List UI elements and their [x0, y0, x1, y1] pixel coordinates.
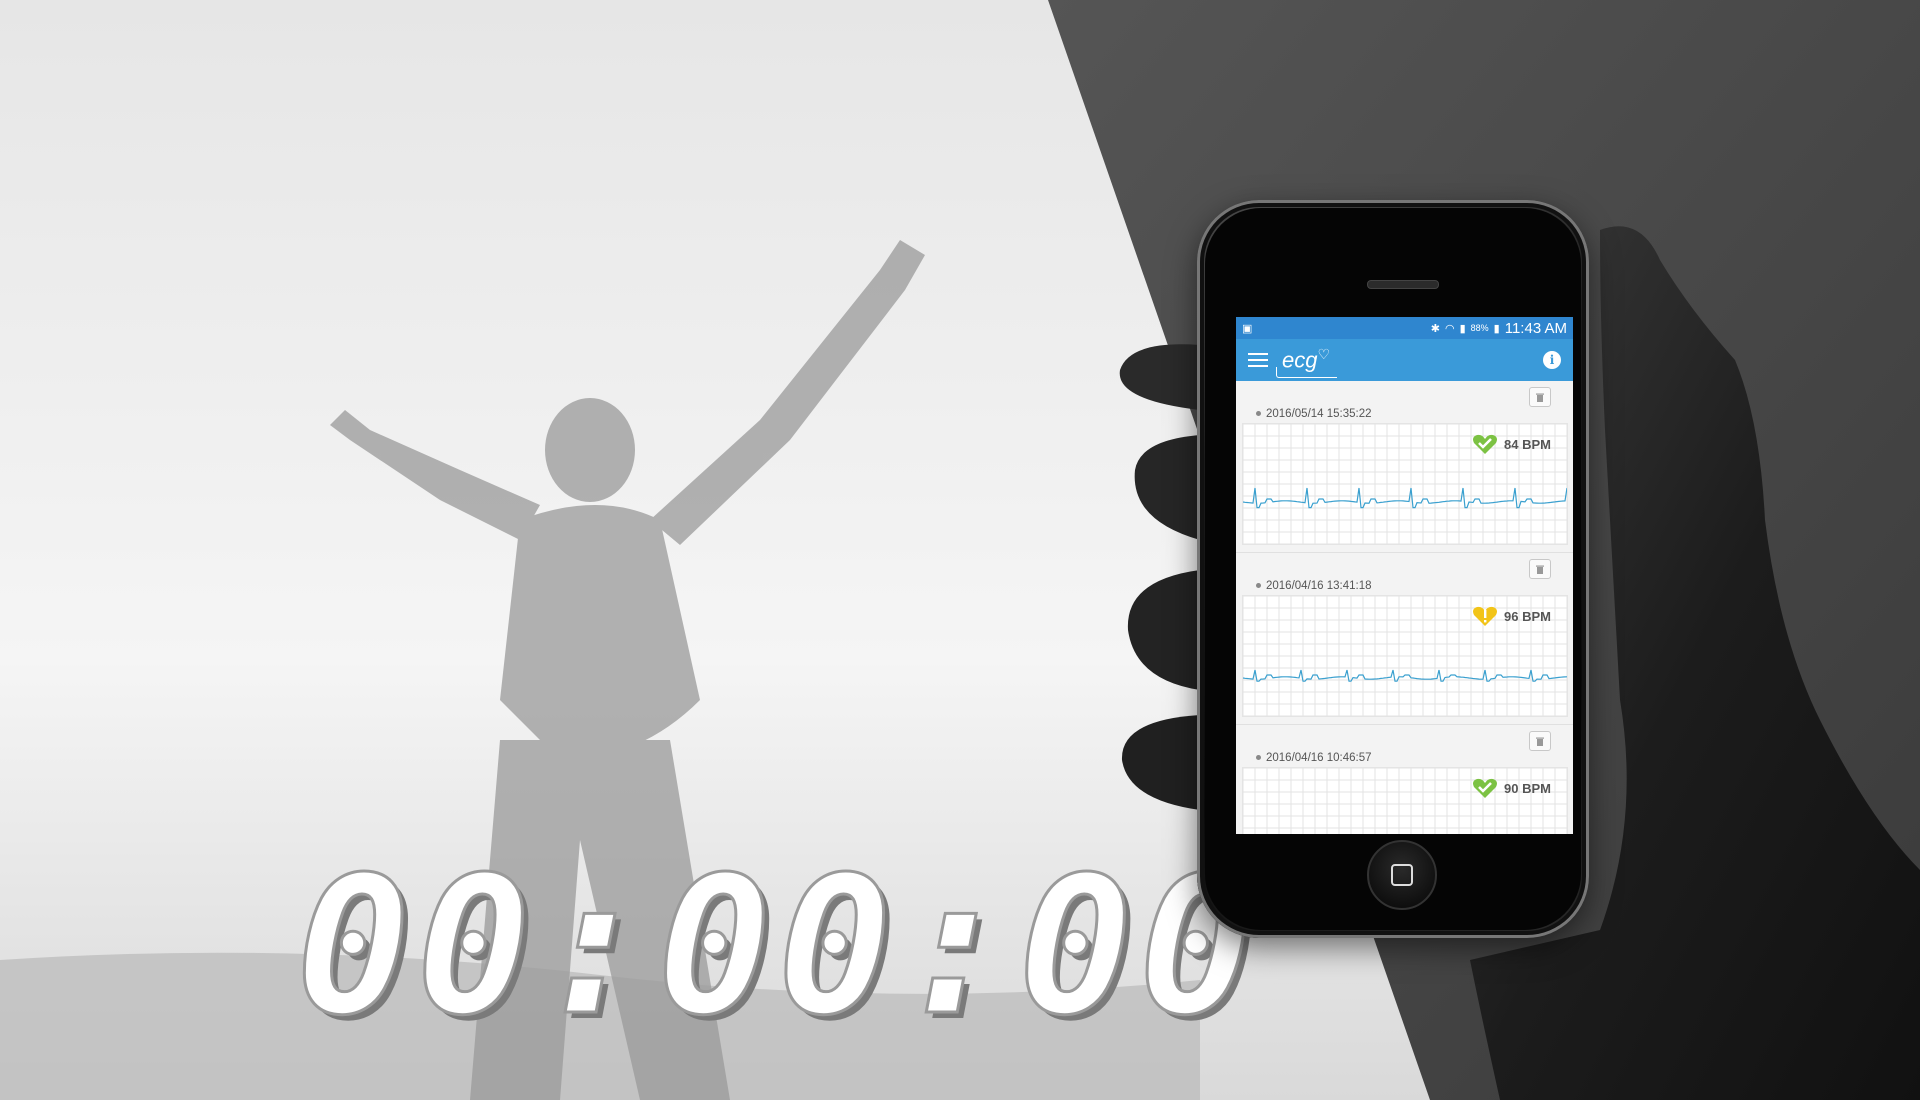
trash-icon — [1536, 737, 1544, 746]
timer-text: 00:00:00 — [296, 850, 1259, 1030]
app-bar: ecg♡ i — [1236, 339, 1573, 381]
phone-screen: ▣ ✱ ◠ ▮ 88% ▮ 11:43 AM ecg♡ i 2016/05/14… — [1236, 317, 1573, 834]
heart-warning-icon — [1473, 606, 1498, 626]
delete-button[interactable] — [1529, 731, 1551, 751]
ecg-trace — [1243, 487, 1567, 509]
delete-button[interactable] — [1529, 559, 1551, 579]
trash-icon — [1536, 565, 1544, 574]
trash-icon — [1536, 393, 1544, 402]
timestamp-text: 2016/05/14 15:35:22 — [1266, 408, 1372, 420]
logo-underline — [1276, 366, 1337, 378]
smartphone: ▣ ✱ ◠ ▮ 88% ▮ 11:43 AM ecg♡ i 2016/05/14… — [1197, 200, 1589, 938]
timestamp-text: 2016/04/16 13:41:18 — [1266, 580, 1372, 592]
heart-check-icon — [1473, 434, 1498, 454]
home-square-icon — [1391, 864, 1413, 886]
battery-icon: ▮ — [1493, 322, 1500, 335]
clock: 11:43 AM — [1504, 319, 1567, 337]
wifi-icon: ◠ — [1444, 322, 1455, 335]
menu-icon[interactable] — [1248, 353, 1268, 367]
record-timestamp: 2016/05/14 15:35:22 — [1256, 408, 1372, 420]
app-logo: ecg♡ — [1276, 346, 1337, 378]
record-timestamp: 2016/04/16 10:46:57 — [1256, 752, 1372, 764]
logo-heart-icon: ♡ — [1317, 346, 1331, 363]
list-item[interactable]: 2016/05/14 15:35:22 84 BPM — [1236, 381, 1573, 553]
record-timestamp: 2016/04/16 13:41:18 — [1256, 580, 1372, 592]
delete-button[interactable] — [1529, 387, 1551, 407]
record-list: 2016/05/14 15:35:22 84 BPM 2016/04/16 13… — [1236, 381, 1573, 834]
bpm-value: 96 BPM — [1504, 608, 1551, 624]
bpm-badge: 84 BPM — [1472, 433, 1551, 455]
bpm-value: 84 BPM — [1504, 436, 1551, 452]
bpm-badge: 90 BPM — [1472, 777, 1551, 799]
timestamp-text: 2016/04/16 10:46:57 — [1266, 752, 1372, 764]
heart-check-icon — [1473, 778, 1498, 798]
battery-percent: 88% — [1470, 323, 1489, 333]
earpiece-speaker — [1367, 280, 1439, 289]
status-bar: ▣ ✱ ◠ ▮ 88% ▮ 11:43 AM — [1236, 317, 1573, 339]
phone-bezel: ▣ ✱ ◠ ▮ 88% ▮ 11:43 AM ecg♡ i 2016/05/14… — [1205, 208, 1581, 930]
signal-icon: ▮ — [1459, 322, 1466, 335]
home-button[interactable] — [1367, 840, 1437, 910]
bluetooth-icon: ✱ — [1430, 322, 1440, 335]
info-icon[interactable]: i — [1543, 351, 1561, 369]
bpm-value: 90 BPM — [1504, 780, 1551, 796]
list-item[interactable]: 2016/04/16 10:46:57 90 BPM — [1236, 725, 1573, 834]
image-notification-icon: ▣ — [1242, 322, 1253, 335]
list-item[interactable]: 2016/04/16 13:41:18 96 BPM — [1236, 553, 1573, 725]
bpm-badge: 96 BPM — [1472, 605, 1551, 627]
